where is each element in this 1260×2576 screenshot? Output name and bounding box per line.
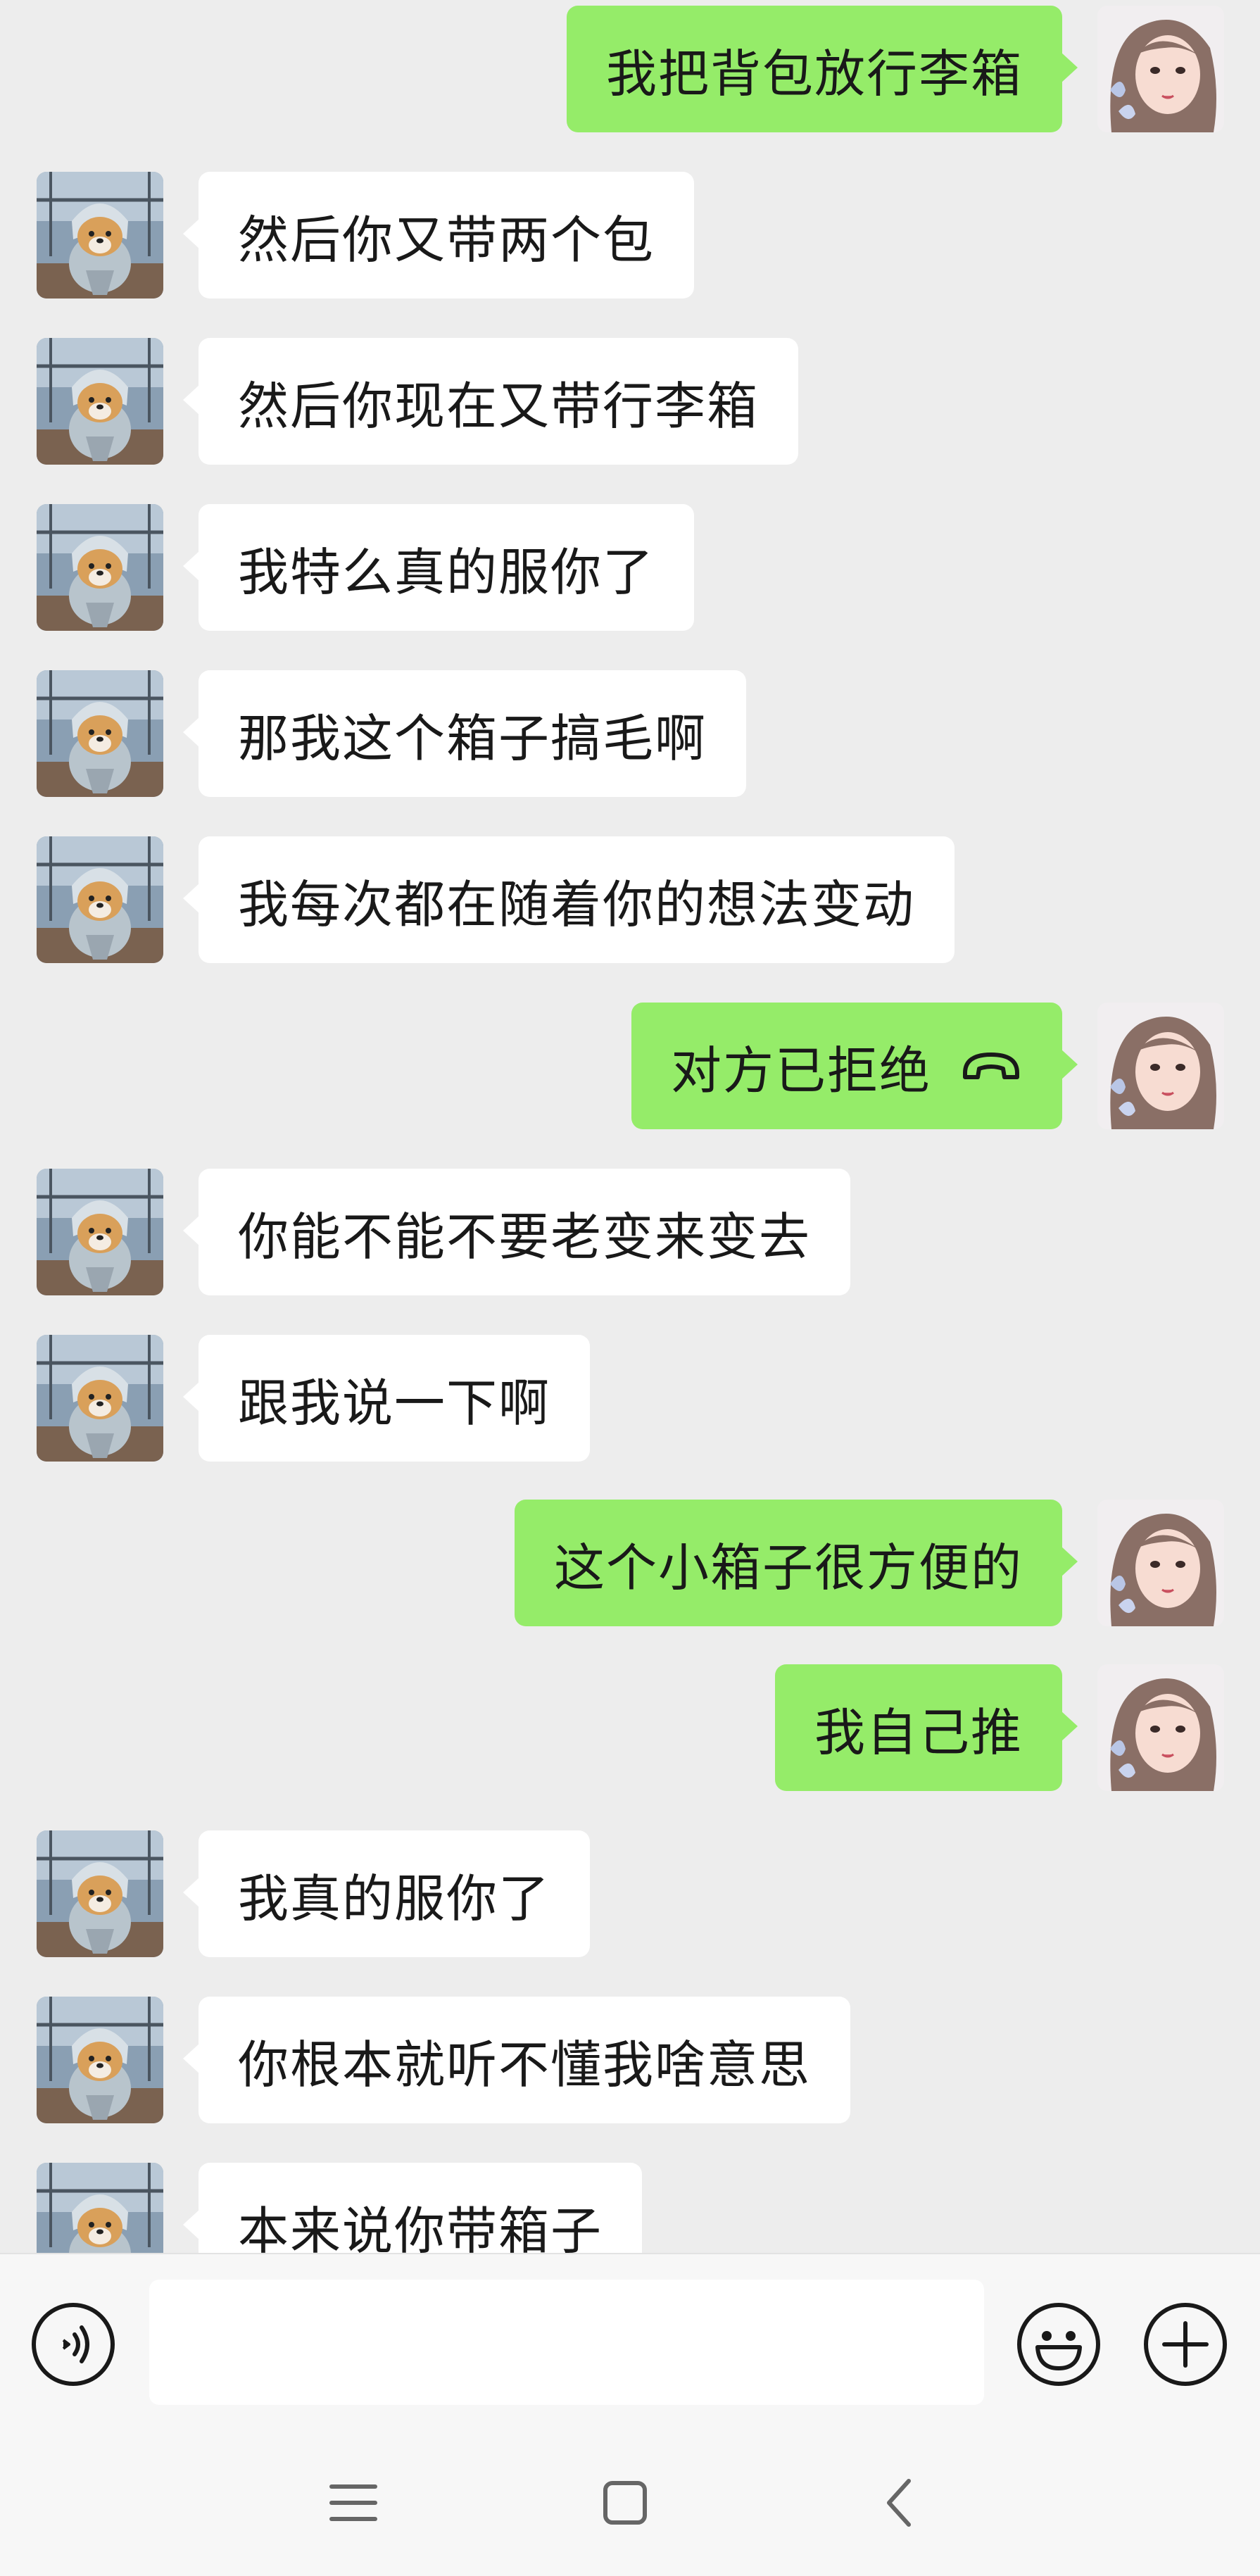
system-nav-bar	[0, 2429, 1260, 2576]
message-text: 我特么真的服你了	[238, 542, 655, 602]
message-text: 我真的服你了	[238, 1868, 551, 1928]
message-text: 我把背包放行李箱	[605, 44, 1023, 103]
sent-bubble[interactable]: 我把背包放行李箱	[566, 6, 1078, 132]
call-rejected-bubble[interactable]: 对方已拒绝	[631, 1003, 1078, 1129]
message-text: 然后你现在又带行李箱	[238, 376, 760, 436]
contact-avatar[interactable]	[37, 1335, 163, 1462]
emoji-icon[interactable]	[1015, 2301, 1102, 2388]
contact-avatar[interactable]	[37, 1830, 163, 1957]
message-row: 你能不能不要老变来变去	[0, 1169, 1260, 1295]
message-text: 对方已拒绝	[670, 1041, 931, 1100]
input-bar	[0, 2253, 1260, 2429]
message-row: 你根本就听不懂我啥意思	[0, 1997, 1260, 2123]
contact-avatar[interactable]	[37, 1997, 163, 2123]
received-bubble[interactable]: 那我这个箱子搞毛啊	[182, 670, 747, 797]
received-bubble[interactable]: 本来说你带箱子	[182, 2163, 643, 2254]
message-row: 我每次都在随着你的想法变动	[0, 836, 1260, 963]
message-row: 我自己推	[0, 1664, 1260, 1791]
received-bubble[interactable]: 然后你又带两个包	[182, 172, 695, 299]
self-avatar[interactable]	[1097, 6, 1224, 132]
message-row: 本来说你带箱子	[0, 2163, 1260, 2253]
message-row: 这个小箱子很方便的	[0, 1500, 1260, 1626]
plus-icon[interactable]	[1142, 2301, 1229, 2388]
message-row: 我把背包放行李箱	[0, 6, 1260, 132]
menu-icon[interactable]	[315, 2464, 392, 2542]
message-text: 那我这个箱子搞毛啊	[238, 708, 707, 768]
home-icon[interactable]	[586, 2464, 664, 2542]
hang-up-phone-icon	[959, 1045, 1023, 1087]
message-text: 这个小箱子很方便的	[553, 1538, 1023, 1597]
contact-avatar[interactable]	[37, 670, 163, 797]
message-text: 跟我说一下啊	[238, 1373, 551, 1433]
message-row: 对方已拒绝	[0, 1003, 1260, 1129]
message-row: 跟我说一下啊	[0, 1335, 1260, 1462]
contact-avatar[interactable]	[37, 2163, 163, 2253]
contact-avatar[interactable]	[37, 1169, 163, 1295]
back-icon[interactable]	[861, 2464, 938, 2542]
received-bubble[interactable]: 你根本就听不懂我啥意思	[182, 1997, 851, 2123]
voice-icon[interactable]	[30, 2301, 117, 2388]
message-text: 我自己推	[814, 1702, 1023, 1762]
self-avatar[interactable]	[1097, 1500, 1224, 1626]
message-row: 我特么真的服你了	[0, 504, 1260, 631]
received-bubble[interactable]: 然后你现在又带行李箱	[182, 338, 799, 465]
message-text: 你根本就听不懂我啥意思	[238, 2035, 812, 2094]
message-text: 你能不能不要老变来变去	[238, 1207, 812, 1267]
sent-bubble[interactable]: 这个小箱子很方便的	[514, 1500, 1078, 1626]
received-bubble[interactable]: 跟我说一下啊	[182, 1335, 591, 1462]
contact-avatar[interactable]	[37, 338, 163, 465]
received-bubble[interactable]: 我真的服你了	[182, 1830, 591, 1957]
received-bubble[interactable]: 我每次都在随着你的想法变动	[182, 836, 955, 963]
received-bubble[interactable]: 你能不能不要老变来变去	[182, 1169, 851, 1295]
message-input[interactable]	[149, 2280, 984, 2405]
sent-bubble[interactable]: 我自己推	[774, 1664, 1078, 1791]
contact-avatar[interactable]	[37, 504, 163, 631]
message-text: 本来说你带箱子	[238, 2201, 603, 2254]
chat-area[interactable]: 我把背包放行李箱 然后你又带两个包 然后你现在又带行李箱 我特么真的服你了 那我…	[0, 0, 1260, 2253]
message-text: 然后你又带两个包	[238, 210, 655, 270]
message-row: 那我这个箱子搞毛啊	[0, 670, 1260, 797]
self-avatar[interactable]	[1097, 1003, 1224, 1129]
message-row: 然后你又带两个包	[0, 172, 1260, 299]
self-avatar[interactable]	[1097, 1664, 1224, 1791]
received-bubble[interactable]: 我特么真的服你了	[182, 504, 695, 631]
message-row: 然后你现在又带行李箱	[0, 338, 1260, 465]
message-text: 我每次都在随着你的想法变动	[238, 874, 916, 934]
contact-avatar[interactable]	[37, 172, 163, 299]
message-row: 我真的服你了	[0, 1830, 1260, 1957]
contact-avatar[interactable]	[37, 836, 163, 963]
